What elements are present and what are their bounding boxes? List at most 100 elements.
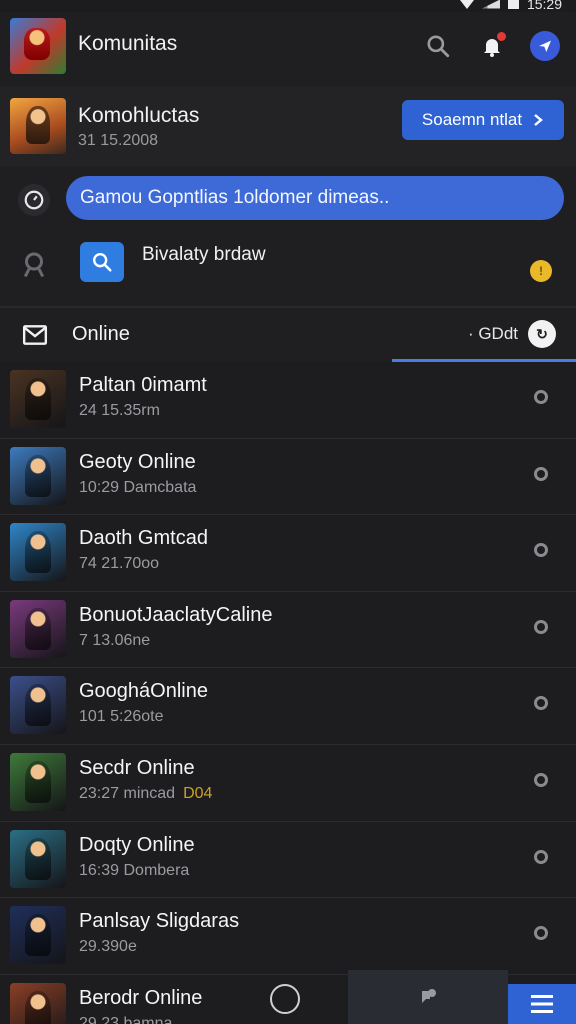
list-item-time: 29.23 bamna [79,1015,172,1024]
search-icon [93,253,112,272]
list-item-time-text: 23:27 mincad [79,784,176,802]
community-name: Komohluctas [78,104,200,127]
gauge-icon [24,190,44,210]
signal-icon [481,0,500,9]
chat-tab[interactable] [348,970,508,1024]
avatar [10,599,66,658]
avatar [10,982,66,1024]
avatar [10,752,66,811]
menu-button[interactable] [508,984,576,1024]
list-item[interactable]: Doqty Online 16:39 Dombera [0,821,576,899]
status-indicator[interactable] [534,926,548,941]
community-card: Komohluctas 31 15.2008 Soaemn ntlat [0,86,576,166]
list-item-time-text: 29.390e [79,938,137,956]
list-item[interactable]: BonuotJaaclatyCaline 7 13.06ne [0,591,576,669]
app-logo [10,18,66,74]
notifications-button[interactable] [476,30,508,62]
list-item-time-text: 24 15.35rm [79,402,160,419]
list-item-time: 74 21.70oo [79,555,159,573]
search-icon [427,35,450,58]
status-indicator[interactable] [534,849,548,864]
avatar [10,906,66,965]
list-item-time: 29.390e [79,938,137,956]
mail-icon[interactable] [22,322,48,348]
list-item-tag: D04 [183,784,213,802]
bottom-nav [240,970,576,1024]
community-meta: 31 15.2008 [78,132,159,149]
battery-icon [507,0,519,9]
list-item-name: Geoty Online [79,450,196,473]
list-item-name: BonuotJaaclatyCaline [79,603,273,626]
list-item-time: 10:29 Damcbata [79,479,196,497]
tab-filter[interactable]: · GDdt ↻ [468,320,556,348]
list-item[interactable]: Daoth Gmtcad 74 21.70oo [0,515,576,592]
wifi-icon [459,0,474,9]
list-item-time-text: 10:29 Damcbata [79,478,197,496]
menu-icon [531,995,553,1013]
status-indicator[interactable] [534,543,548,558]
list-item-name: Secdr Online [79,756,195,779]
notification-badge [495,30,508,43]
list-item-name: Daoth Gmtcad [79,527,208,550]
list-item[interactable]: Paltan 0imamt 24 15.35rm [0,362,576,439]
compass-icon [283,995,287,1003]
list-item-time: 16:39 Dombera [79,862,189,880]
search-toggle-button[interactable] [80,242,124,282]
list-item-name: GoogháOnline [79,680,208,703]
community-avatar [10,98,66,154]
status-indicator[interactable] [534,390,548,404]
join-button[interactable]: Soaemn ntlat [402,100,564,140]
list-item-time: 7 13.06ne [79,632,150,650]
coin-icon[interactable]: ! [530,260,552,282]
list-item-name: Paltan 0imamt [79,374,207,396]
avatar [10,446,66,505]
list-item-name: Panlsay Sligdaras [79,910,240,933]
tab-online[interactable]: Online [72,323,130,346]
status-indicator[interactable] [534,619,548,634]
avatar [10,370,66,428]
list-item-time: 23:27 mincad D04 [79,785,212,803]
app-bar: Komunitas [0,12,576,86]
avatar [10,829,66,888]
status-time: 15:29 [526,0,562,12]
status-indicator[interactable] [534,772,548,787]
list-item-time-text: 29.23 bamna [79,1014,173,1024]
list-item-time: 101 5:26ote [79,708,164,726]
list-item[interactable]: Geoty Online 10:29 Damcbata [0,438,576,516]
send-icon [539,40,551,52]
list-item[interactable]: Panlsay Sligdaras 29.390e [0,898,576,975]
avatar [10,523,66,582]
list-item[interactable]: GoogháOnline 101 5:26ote [0,668,576,745]
avatar [10,676,66,735]
profile-search-button[interactable] [18,248,50,280]
status-bar: 15:29 [0,0,576,12]
status-indicator[interactable] [534,466,548,481]
search-row: Bivalaty brdaw ! [0,234,576,306]
list-item-time-text: 74 21.70oo [79,555,160,573]
page-title: Komunitas [78,32,178,55]
refresh-icon[interactable]: ↻ [528,320,556,348]
search-label: Bivalaty brdaw [142,244,266,265]
status-indicator[interactable] [534,696,548,711]
list-item-time-text: 7 13.06ne [79,631,151,649]
announcement-row: Gamou Gopntlias 1oldomer dimeas.. [0,166,576,234]
list-item-time: 24 15.35rm [79,402,160,420]
tab-bar: Online · GDdt ↻ [0,308,576,362]
send-button[interactable] [530,31,560,61]
list-item-name: Berodr Online [79,986,203,1009]
list-item[interactable]: Secdr Online 23:27 mincad D04 [0,744,576,822]
user-search-icon [23,252,45,278]
tab-filter-label: · GDdt [467,324,518,343]
list-item-time-text: 16:39 Dombera [79,861,190,879]
chevron-right-icon [534,114,543,126]
explore-button[interactable] [270,984,300,1014]
gauge-button[interactable] [18,184,50,216]
list-item-time-text: 101 5:26ote [79,708,164,726]
announcement-text: Gamou Gopntlias 1oldomer dimeas.. [80,187,390,208]
join-button-label: Soaemn ntlat [421,110,523,129]
chat-icon [422,989,436,1003]
announcement-banner[interactable]: Gamou Gopntlias 1oldomer dimeas.. [66,176,564,220]
search-button[interactable] [422,30,454,62]
list-item-name: Doqty Online [79,833,195,856]
member-list: Paltan 0imamt 24 15.35rm Geoty Online 10:29… [0,362,576,1024]
